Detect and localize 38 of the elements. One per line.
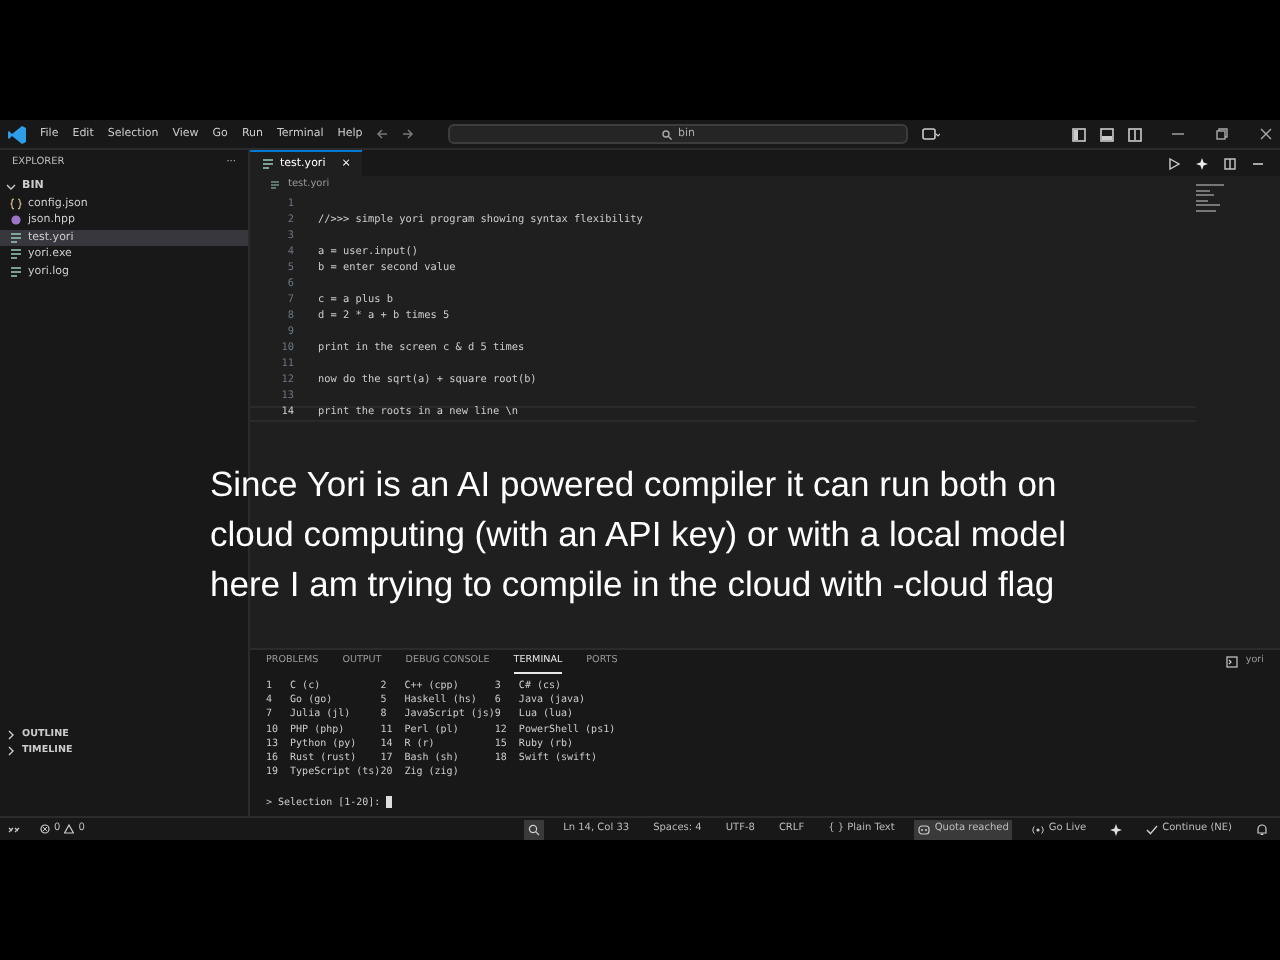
restore-icon[interactable] (1216, 128, 1228, 140)
remote-icon[interactable] (8, 823, 20, 835)
search-icon (662, 129, 673, 139)
copilot-icon (918, 823, 931, 835)
bell-button[interactable] (1252, 819, 1272, 839)
close-icon[interactable] (1260, 128, 1272, 140)
file-dot-icon (10, 214, 22, 227)
text-lines-icon (10, 265, 22, 278)
warning-icon (64, 824, 75, 834)
check-icon (1146, 823, 1159, 835)
chevron-down-icon (6, 181, 16, 192)
zoom-icon (527, 823, 540, 835)
more-icon[interactable] (1252, 157, 1264, 169)
split-layout-icon[interactable] (1128, 127, 1142, 141)
text-lines-icon (262, 158, 274, 170)
sparkle-button[interactable] (1106, 819, 1127, 839)
run-icon[interactable] (1168, 157, 1180, 169)
video-caption: Since Yori is an AI powered compiler it can run both on cloud computing (with an API key) or with a local model here I am trying to compile in the cloud with -cloud flag (210, 462, 1068, 608)
terminal-icon (1225, 656, 1238, 668)
bell-icon (1256, 823, 1268, 835)
text-lines-icon (270, 180, 280, 190)
back-arrow-icon[interactable] (376, 128, 389, 140)
forward-arrow-icon[interactable] (402, 128, 415, 140)
sparkle-icon[interactable] (1196, 157, 1208, 169)
zoom-button[interactable] (523, 819, 544, 839)
sparkle-icon (1110, 823, 1123, 835)
text-lines-icon (10, 231, 22, 244)
terminal-cursor (386, 795, 393, 807)
sidebar-layout-icon[interactable] (1072, 127, 1086, 141)
broadcast-icon (1032, 823, 1045, 835)
chat-icon[interactable] (922, 127, 941, 141)
minimize-icon[interactable] (1172, 128, 1184, 140)
error-icon (40, 824, 50, 834)
text-lines-icon (10, 248, 22, 261)
app-logo-icon[interactable] (8, 125, 26, 143)
braces-icon (10, 197, 22, 210)
split-editor-icon[interactable] (1224, 157, 1236, 169)
panel-layout-icon[interactable] (1100, 127, 1114, 141)
